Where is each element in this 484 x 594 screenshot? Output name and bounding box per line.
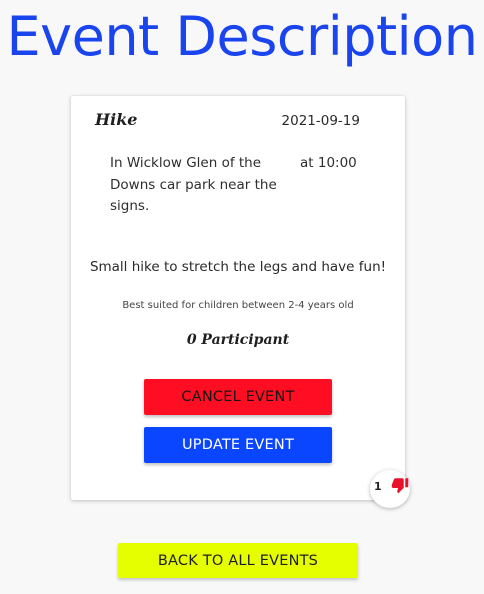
event-audience: Best suited for children between 2-4 yea…	[122, 300, 354, 311]
back-to-events-button[interactable]: BACK TO ALL EVENTS	[118, 543, 358, 578]
event-card: Hike 2021-09-19 In Wicklow Glen of the D…	[71, 96, 405, 500]
event-description-page: Event Description Hike 2021-09-19 In Wic…	[0, 0, 484, 594]
event-location: In Wicklow Glen of the Downs car park ne…	[110, 155, 277, 214]
update-event-button[interactable]: UPDATE EVENT	[144, 427, 332, 463]
page-title: Event Description	[6, 5, 478, 68]
participant-count: 0 Participant	[186, 332, 290, 348]
dislike-button[interactable]: 1	[370, 470, 410, 508]
event-name: Hike	[95, 110, 138, 129]
event-date: 2021-09-19	[281, 113, 360, 129]
event-time: at 10:00	[300, 155, 357, 171]
thumbs-down-icon	[391, 478, 409, 494]
cancel-event-button[interactable]: CANCEL EVENT	[144, 379, 332, 415]
dislike-count: 1	[374, 480, 382, 493]
event-description: Small hike to stretch the legs and have …	[89, 259, 387, 275]
